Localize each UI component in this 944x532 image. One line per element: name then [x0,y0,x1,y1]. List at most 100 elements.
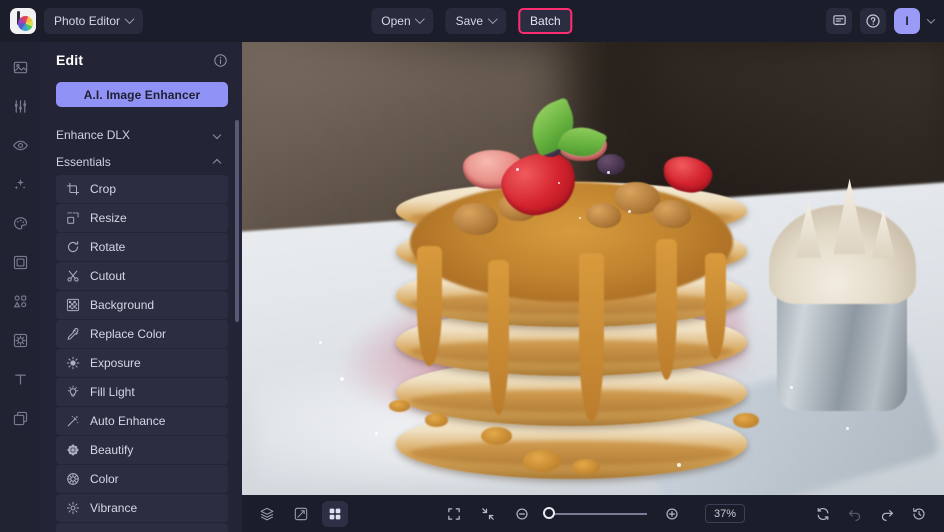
photos-icon [13,61,27,73]
collapse-arrows-icon [482,507,494,520]
photo-caramel-drip [417,245,443,366]
brand-logo[interactable] [10,7,36,34]
app-body: Edit A.I. Image Enhancer Enhance DLX Ess… [0,42,944,532]
rail-item-photos[interactable] [7,54,33,80]
panel-scrollbar-track[interactable] [235,42,239,532]
open-label: Open [381,13,411,28]
adjustments-icon [14,99,26,113]
redo-arrow-icon [881,509,893,521]
canvas-column: 37% [242,42,944,532]
chat-bubble-icon [832,15,846,26]
tool-item-background[interactable]: Background [56,291,228,319]
tool-item-label: Auto Enhance [90,414,166,428]
ai-image-enhancer-label: A.I. Image Enhancer [83,87,201,102]
rail-item-adjust[interactable] [7,93,33,119]
tool-item-cutout[interactable]: Cutout [56,262,228,290]
crop-icon [66,182,80,196]
panel-scrollbar-thumb[interactable] [235,120,239,322]
product-menu-label: Photo Editor [54,13,121,28]
group-enhance-dlx[interactable]: Enhance DLX [40,121,232,148]
top-right-actions: I [826,7,944,34]
group-essentials[interactable]: Essentials [40,148,232,175]
chevron-down-icon [124,14,135,25]
photo-syrup-pool [571,458,601,476]
tool-item-resize[interactable]: Resize [56,204,228,232]
zoom-slider[interactable] [543,506,647,519]
zoom-controls: 37% [441,501,745,527]
bottom-toolbar: 37% [242,495,944,532]
image-canvas[interactable] [242,42,944,495]
palette-icon [13,216,27,229]
batch-label: Batch [530,13,561,28]
photo-syrup-pool [424,413,449,428]
tool-item-crop[interactable]: Crop [56,175,228,203]
color-wheel-icon [66,472,80,486]
edit-panel-scroll-area[interactable]: Enhance DLX Essentials Crop Resize Rotat… [40,121,242,532]
brand-area: Photo Editor [0,7,144,34]
photo-editor-window: Photo Editor Open Save Batch I Edit A.I.… [0,0,944,532]
tool-item-beautify[interactable]: Beautify [56,436,228,464]
tool-item-color[interactable]: Color [56,465,228,493]
product-menu[interactable]: Photo Editor [44,7,144,34]
shapes-icon [13,295,26,307]
tool-item-auto-enhance[interactable]: Auto Enhance [56,407,228,435]
history-button[interactable] [906,501,932,527]
checkerboard-icon [66,298,80,312]
tool-item-sharpen[interactable]: Sharpen [56,523,228,532]
zoom-slider-knob[interactable] [543,506,555,519]
save-button[interactable]: Save [445,7,507,34]
top-toolbar: Photo Editor Open Save Batch I [0,0,944,42]
zoom-level-value[interactable]: 37% [705,504,745,523]
chevron-down-icon [212,130,222,139]
feedback-button[interactable] [826,7,852,34]
account-chevron-down-icon[interactable] [926,14,936,24]
grid-button[interactable] [322,500,348,527]
fit-screen-icon [448,507,460,520]
eyedropper-icon [66,327,80,341]
tool-item-label: Crop [90,182,117,196]
help-button[interactable] [860,7,886,34]
tool-item-rotate[interactable]: Rotate [56,233,228,261]
save-label: Save [455,13,484,28]
rail-item-retouch[interactable] [7,327,33,353]
avatar[interactable]: I [894,7,920,34]
photo-image [242,42,944,495]
actual-size-button[interactable] [475,501,501,527]
layers-icon [13,411,27,425]
open-button[interactable]: Open [371,7,434,34]
refresh-icon [817,507,829,520]
batch-button[interactable]: Batch [518,7,573,34]
tool-item-exposure[interactable]: Exposure [56,349,228,377]
zoom-slider-rail[interactable] [543,506,647,519]
edit-panel-header: Edit [40,42,242,78]
rail-item-effects[interactable] [7,171,33,197]
layers-button[interactable] [254,501,280,527]
rail-item-preview[interactable] [7,132,33,158]
edit-panel: Edit A.I. Image Enhancer Enhance DLX Ess… [40,42,242,532]
minus-circle-icon [516,507,528,520]
chevron-down-icon [487,14,498,25]
page-title: Edit [56,52,84,68]
rail-item-paint[interactable] [7,210,33,236]
tool-item-fill-light[interactable]: Fill Light [56,378,228,406]
lightbulb-icon [66,385,80,399]
fit-screen-button[interactable] [441,501,467,527]
rotate-icon [66,240,80,254]
rail-item-layers[interactable] [7,405,33,431]
info-button[interactable] [213,53,228,68]
zoom-in-button[interactable] [659,501,685,527]
reset-button[interactable] [810,501,836,527]
tool-item-vibrance[interactable]: Vibrance [56,494,228,522]
rail-item-shapes[interactable] [7,288,33,314]
rail-item-text[interactable] [7,366,33,392]
undo-button[interactable] [842,501,868,527]
rail-item-frames[interactable] [7,249,33,275]
zoom-out-button[interactable] [509,501,535,527]
redo-button[interactable] [874,501,900,527]
photo-caramel-drip [578,252,604,423]
grid-icon [329,508,341,519]
photo-sugar-dust [557,182,560,185]
compare-button[interactable] [288,501,314,527]
ai-image-enhancer-button[interactable]: A.I. Image Enhancer [56,82,228,107]
tool-item-replace-color[interactable]: Replace Color [56,320,228,348]
